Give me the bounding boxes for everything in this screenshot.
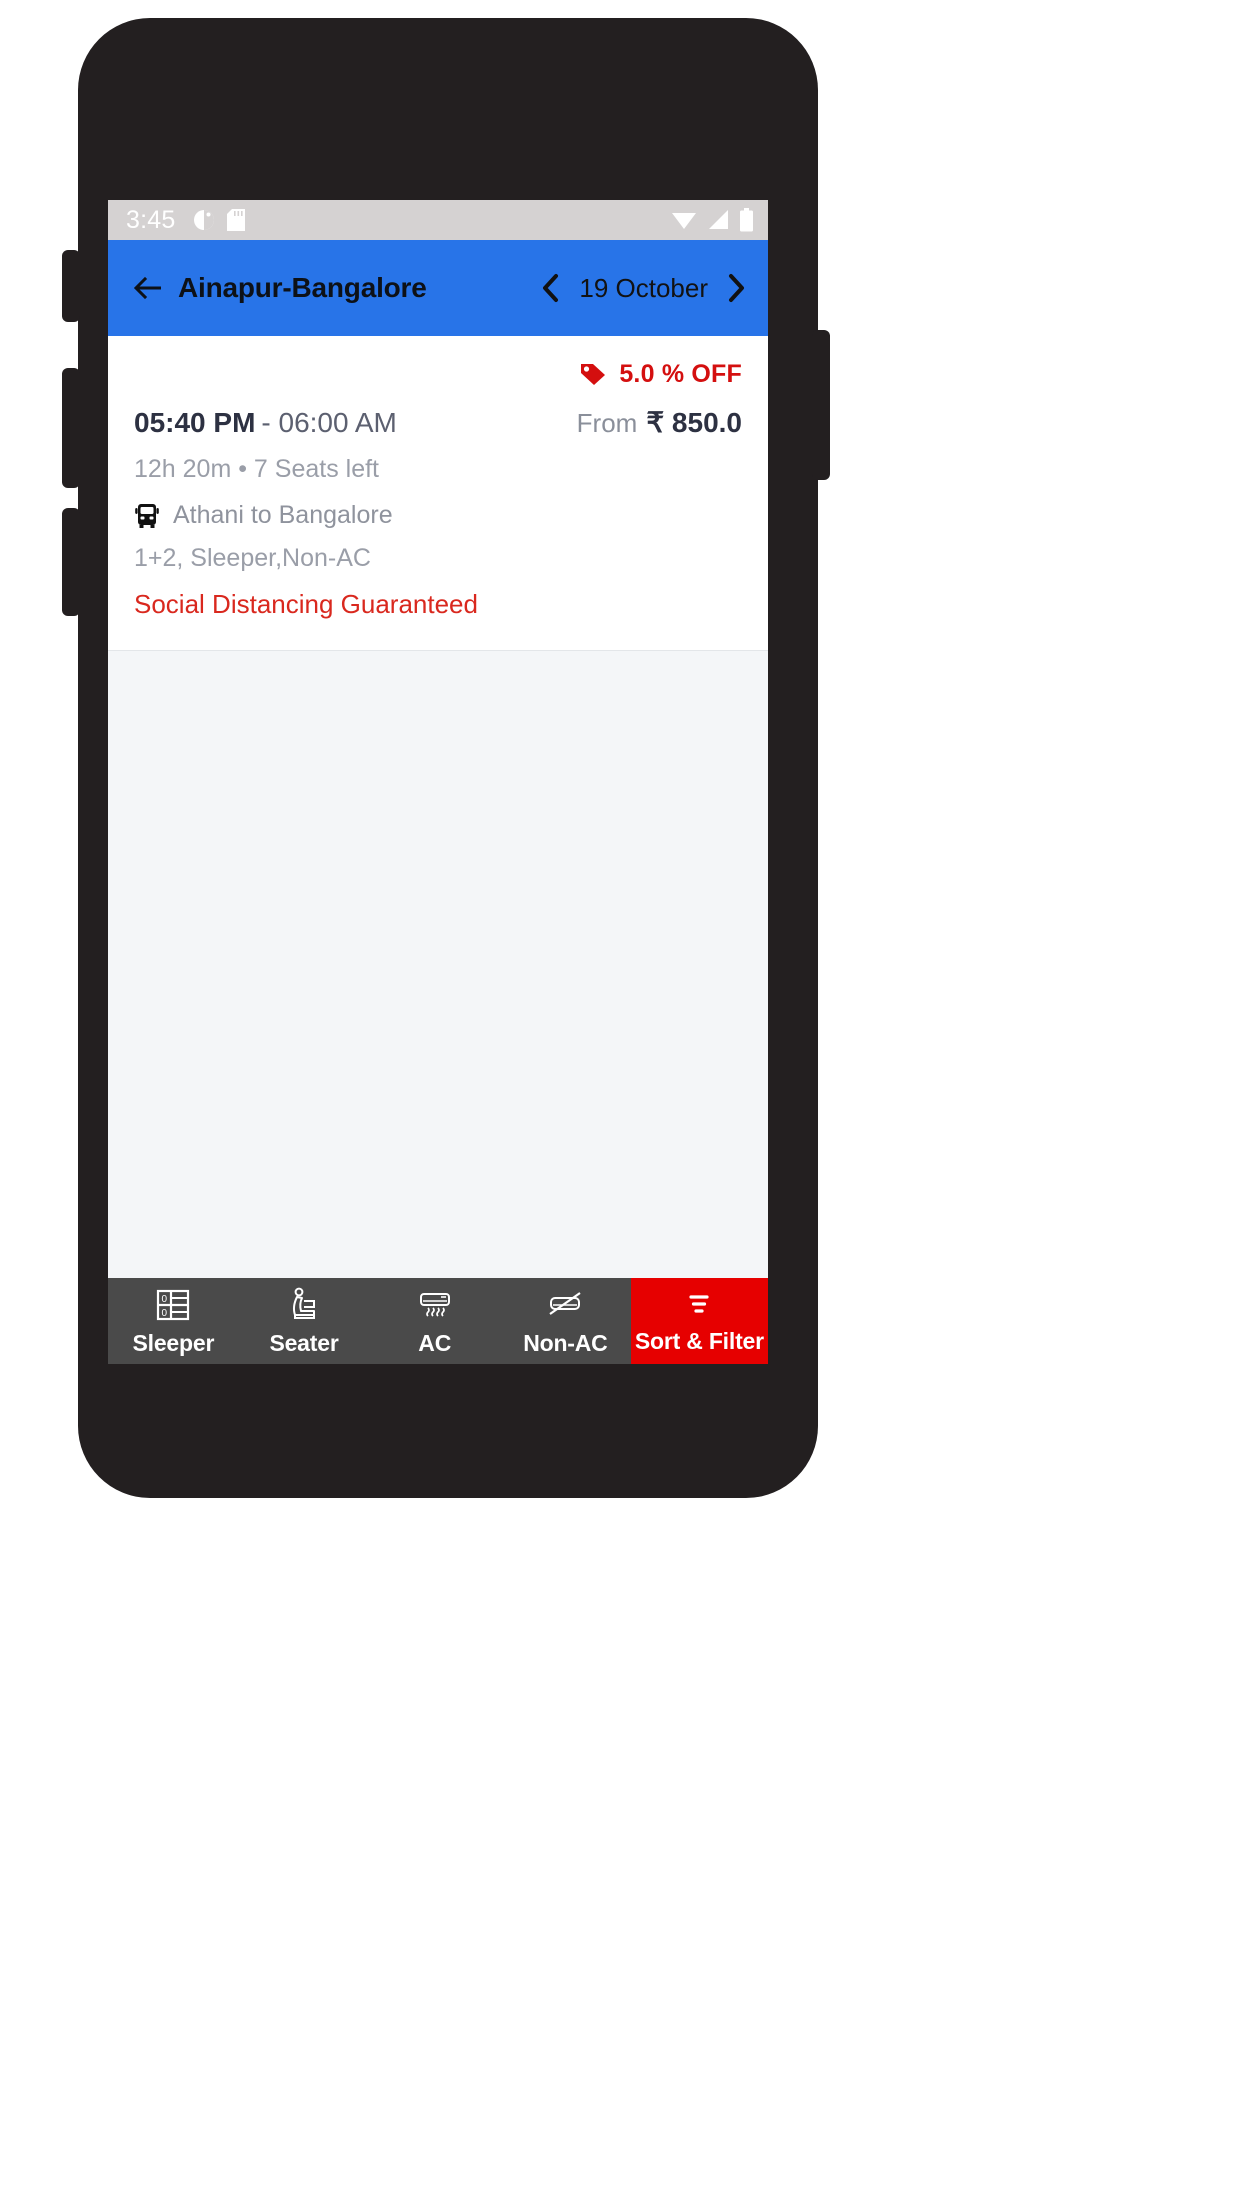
filter-non-ac[interactable]: Non-AC [500, 1278, 631, 1364]
app-bar: Ainapur-Bangalore 19 October [108, 240, 768, 336]
price-value: ₹ 850.0 [646, 407, 742, 438]
chevron-left-icon[interactable] [541, 273, 561, 303]
filter-sort-and-filter[interactable]: Sort & Filter [630, 1278, 768, 1364]
filter-label: Non-AC [523, 1330, 608, 1356]
sd-card-icon [227, 209, 246, 231]
filter-sleeper[interactable]: 0 0 Sleeper [108, 1278, 239, 1364]
date-selector: 19 October [541, 273, 746, 304]
app-bar-left: Ainapur-Bangalore [134, 272, 427, 304]
svg-text:0: 0 [162, 1294, 168, 1305]
bus-result-card[interactable]: 5.0 % OFF 05:40 PM - 06:00 AM From ₹ 850… [108, 336, 768, 651]
page-title: Ainapur-Bangalore [178, 272, 427, 303]
bus-icon [135, 503, 159, 528]
phone-button-volume-down[interactable] [62, 508, 80, 616]
air-conditioner-icon [419, 1293, 450, 1317]
time-and-price-row: 05:40 PM - 06:00 AM From ₹ 850.0 [134, 406, 742, 439]
screenshot-root: 3:45 Ainapur-Bangalore 19 October 5.0 % … [0, 0, 1242, 2208]
air-conditioner-off-icon [549, 1292, 582, 1315]
filter-label: Seater [269, 1330, 339, 1356]
price-prefix: From [576, 408, 638, 438]
bus-results-list: 5.0 % OFF 05:40 PM - 06:00 AM From ₹ 850… [108, 336, 768, 1364]
phone-button-volume-up[interactable] [62, 368, 80, 488]
phone-button-silent[interactable] [62, 250, 80, 322]
phone-button-power[interactable] [812, 330, 830, 480]
duration-and-seats: 12h 20m • 7 Seats left [134, 455, 380, 483]
battery-icon [740, 208, 753, 232]
wifi-icon [672, 213, 696, 229]
selected-date[interactable]: 19 October [579, 273, 708, 304]
discount-tag-icon [581, 364, 606, 385]
status-bar: 3:45 [108, 200, 768, 240]
phone-screen: 3:45 Ainapur-Bangalore 19 October 5.0 % … [108, 200, 768, 1364]
cellular-signal-icon [709, 210, 728, 229]
price-block: From ₹ 850.0 [577, 406, 742, 439]
filter-label: Sleeper [132, 1330, 215, 1356]
filter-label: Sort & Filter [634, 1328, 764, 1354]
social-distancing-note: Social Distancing Guaranteed [134, 589, 478, 619]
seat-icon [292, 1287, 316, 1319]
chevron-right-icon[interactable] [726, 273, 746, 303]
alarm-icon [194, 210, 215, 230]
filter-bar: 0 0 Sleeper Seater AC Non-AC Sort & Filt… [108, 1278, 768, 1364]
status-left-icons [193, 209, 246, 231]
route-label: Athani to Bangalore [173, 501, 393, 529]
filter-label: AC [418, 1330, 452, 1356]
offer-badge: 5.0 % OFF [134, 352, 742, 396]
svg-text:0: 0 [162, 1308, 168, 1319]
filter-ac[interactable]: AC [369, 1278, 500, 1364]
bus-type: 1+2, Sleeper,Non-AC [134, 544, 371, 572]
filter-icon [689, 1295, 709, 1313]
sleeper-berth-icon: 0 0 [157, 1289, 190, 1321]
arrival-time: - 06:00 AM [261, 407, 397, 438]
departure-time: 05:40 PM [134, 407, 256, 438]
offer-label: 5.0 % OFF [619, 359, 742, 388]
route-row: Athani to Bangalore [134, 501, 742, 530]
filter-seater[interactable]: Seater [239, 1278, 370, 1364]
status-right-icons [671, 208, 754, 232]
status-clock: 3:45 [126, 205, 176, 234]
back-arrow-icon[interactable] [134, 275, 164, 301]
